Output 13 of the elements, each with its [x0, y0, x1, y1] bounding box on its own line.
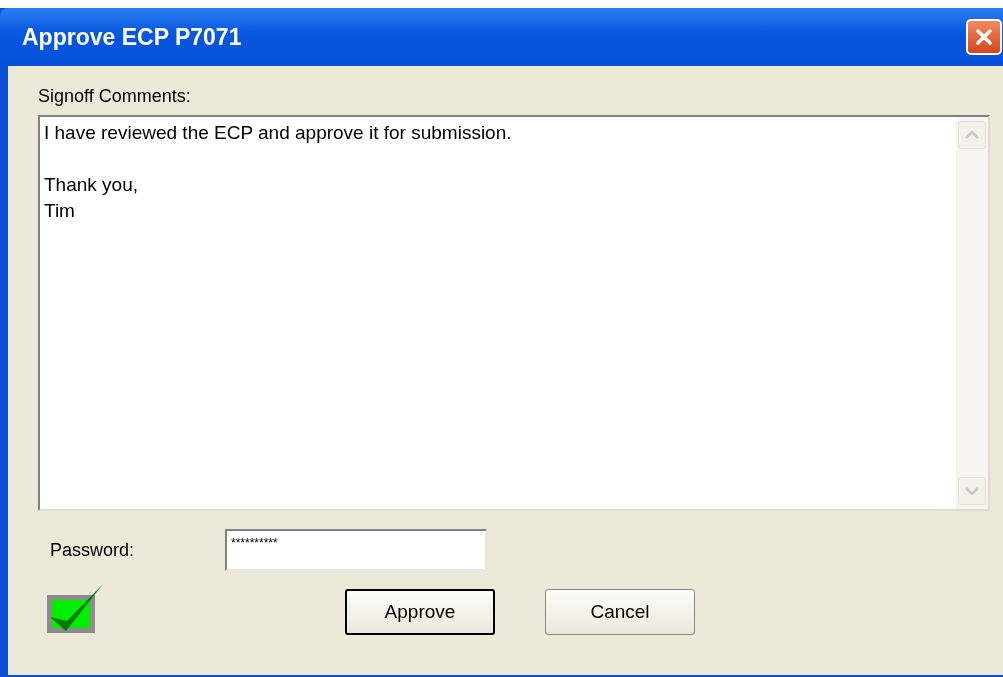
close-button[interactable]: [966, 19, 1002, 55]
password-field[interactable]: **********: [225, 529, 487, 571]
comments-field[interactable]: I have reviewed the ECP and approve it for submission. Thank you, Tim: [38, 115, 990, 511]
comments-label: Signoff Comments:: [38, 86, 192, 107]
approve-button[interactable]: Approve: [345, 589, 495, 635]
password-label: Password:: [50, 539, 136, 561]
scroll-up-button[interactable]: [958, 121, 986, 149]
comments-text: I have reviewed the ECP and approve it for submission. Thank you, Tim: [43, 121, 513, 223]
scroll-down-button[interactable]: [958, 477, 986, 505]
cancel-button[interactable]: Cancel: [545, 589, 695, 635]
close-icon: [973, 26, 995, 48]
window-title: Approve ECP P7071: [22, 23, 243, 51]
scrollbar[interactable]: [956, 117, 988, 509]
